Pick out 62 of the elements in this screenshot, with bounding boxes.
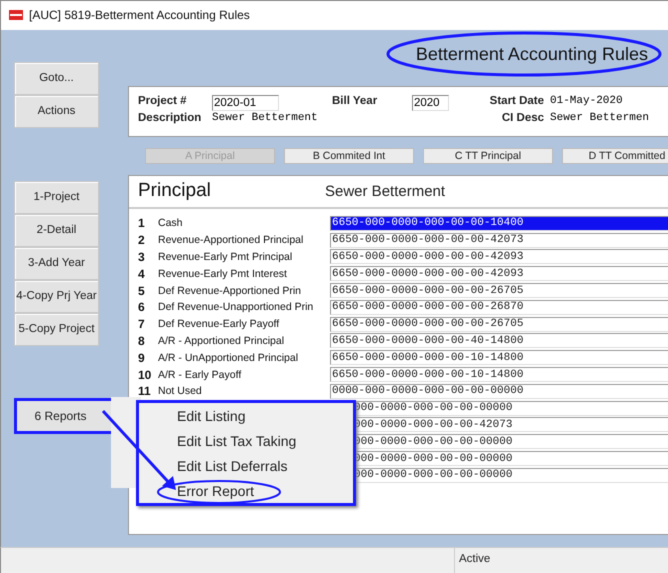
menu-item[interactable]: Edit List Deferrals [177,458,288,474]
row-label: Revenue-Apportioned Principal [158,234,304,246]
account-field[interactable]: 6650-000-0000-000-00-00-42073 [330,232,668,248]
row-number: 3 [137,250,146,264]
row-label: Revenue-Early Pmt Interest [158,268,288,280]
bill-year-field[interactable]: 2020 [412,94,449,111]
menu-item[interactable]: Edit List Tax Taking [177,432,296,448]
row-number: 6 [137,300,146,314]
row-number: 5 [137,284,146,298]
account-field[interactable]: 6650-000-0000-000-00-40-14800 [330,333,668,348]
field-label: Description [138,112,202,126]
screen-title: Betterment Accounting Rules [416,44,648,66]
side-button[interactable]: Goto... [14,62,99,95]
account-field[interactable]: 6650-000-0000-000-00-00-26705 [330,316,668,332]
tab[interactable]: C TT Principal [423,148,553,164]
account-field[interactable]: 6650-000-0000-000-00-00-10400 [330,216,668,231]
row-number: 2 [137,233,146,248]
panel-subtitle: Sewer Betterment [325,182,446,200]
panel-title: Principal [138,180,212,202]
row-number: 8 [137,334,146,348]
account-field[interactable]: 6650-000-0000-000-00-00-42093 [330,249,668,264]
tab[interactable]: B Commited Int [284,148,414,164]
window-title: [AUC] 5819-Betterment Accounting Rules [29,8,250,22]
start-date-value: 01-May-2020 [550,94,624,109]
row-label: A/R - Apportioned Principal [158,334,286,347]
row-number: 11 [137,384,152,398]
status-text: Active [454,548,494,573]
ci-desc-value: Sewer Bettermen [550,112,650,126]
menu-item[interactable]: Edit Listing [177,408,246,424]
row-label: Revenue-Early Pmt Principal [158,250,294,263]
row-number: 9 [137,350,146,365]
side-button[interactable]: Actions [14,94,99,128]
row-label: Not Used [158,385,203,398]
field-label: Start Date [490,94,545,109]
row-label: Def Revenue-Apportioned Prin [158,284,302,297]
row-label: Def Revenue-Unapportioned Prin [158,301,314,314]
row-number: 7 [137,317,146,332]
account-field[interactable]: 6650-000-0000-000-00-00-26870 [330,300,668,315]
side-button[interactable]: 3-Add Year [14,246,99,280]
row-number: 4 [137,266,146,281]
row-label: A/R - Early Payoff [158,368,242,381]
row-number: 10 [137,368,152,382]
field-label: Project # [138,94,187,109]
side-button[interactable]: 2-Detail [14,214,99,247]
account-field[interactable]: 6650-000-0000-000-00-10-14800 [330,367,668,382]
account-field[interactable]: 0000-000-0000-000-00-00-00000 [330,384,668,399]
app-logo-icon [9,10,23,20]
project-field[interactable]: 2020-01 [212,94,279,111]
row-label: A/R - UnApportioned Principal [158,352,300,364]
side-button[interactable]: 4-Copy Prj Year [14,280,99,313]
account-field[interactable]: 6650-000-0000-000-00-10-14800 [330,350,668,366]
account-field[interactable]: 6650-000-0000-000-00-00-26705 [330,283,668,298]
row-label: Cash [158,217,184,230]
field-label: Bill Year [332,94,378,109]
row-number: 1 [137,216,146,230]
side-button[interactable]: 1-Project [14,180,99,214]
tab[interactable]: D TT Committed [562,148,668,164]
row-label: Def Revenue-Early Payoff [158,318,280,330]
field-label: CI Desc [502,112,545,126]
account-field[interactable]: 6650-000-0000-000-00-00-42093 [330,266,668,282]
description-value: Sewer Betterment [212,112,319,126]
side-button[interactable]: 5-Copy Project [14,312,99,346]
